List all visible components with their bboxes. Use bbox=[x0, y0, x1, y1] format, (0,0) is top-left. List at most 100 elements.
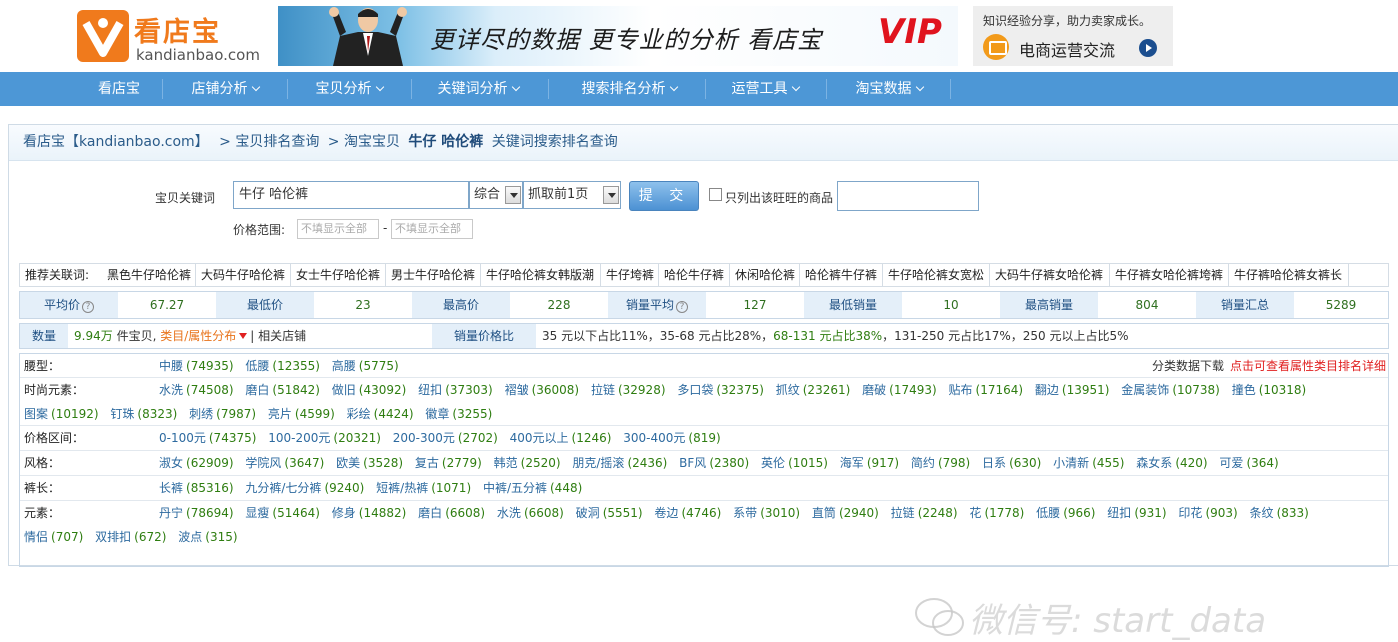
wangwang-input[interactable] bbox=[837, 181, 979, 211]
attribute-value-link[interactable]: 金属装饰 (10738) bbox=[1121, 383, 1220, 397]
related-keyword[interactable]: 牛仔裤女哈伦裤垮裤 bbox=[1110, 264, 1229, 286]
nav-item-item-analysis[interactable]: 宝贝分析 bbox=[292, 72, 406, 106]
attribute-value-link[interactable]: 淑女 (62909) bbox=[159, 456, 234, 470]
related-keyword[interactable]: 大码牛仔哈伦裤 bbox=[196, 264, 291, 286]
attribute-value-link[interactable]: 水洗 (74508) bbox=[159, 383, 234, 397]
category-download-label[interactable]: 分类数据下载 bbox=[1152, 359, 1224, 373]
attribute-value-link[interactable]: 中裤/五分裤 (448) bbox=[483, 481, 582, 495]
attribute-value-link[interactable]: 300-400元 (819) bbox=[623, 431, 720, 445]
related-keyword[interactable]: 牛仔裤哈伦裤女裤长 bbox=[1229, 264, 1349, 286]
price-max-input[interactable]: 不填显示全部 bbox=[391, 219, 473, 239]
attribute-value-link[interactable]: 水洗 (6608) bbox=[497, 506, 564, 520]
nav-item-ops-tools[interactable]: 运营工具 bbox=[710, 72, 820, 106]
breadcrumb-rank-query[interactable]: > 宝贝排名查询 bbox=[219, 134, 319, 150]
attribute-value-link[interactable]: 长裤 (85316) bbox=[159, 481, 234, 495]
nav-item-taobao-data[interactable]: 淘宝数据 bbox=[832, 72, 946, 106]
attribute-value-link[interactable]: 低腰 (12355) bbox=[245, 359, 320, 373]
breadcrumb-site[interactable]: 看店宝【kandianbao.com】 bbox=[23, 134, 209, 150]
attribute-value-link[interactable]: 学院风 (3647) bbox=[245, 456, 324, 470]
attribute-value-link[interactable]: 简约 (798) bbox=[911, 456, 970, 470]
related-keyword[interactable]: 大码牛仔裤女哈伦裤 bbox=[990, 264, 1110, 286]
nav-item-keyword-analysis[interactable]: 关键词分析 bbox=[416, 72, 540, 106]
category-distribution-link[interactable]: 类目/属性分布 bbox=[160, 329, 236, 343]
attribute-value-link[interactable]: 多口袋 (32375) bbox=[677, 383, 764, 397]
attribute-value-link[interactable]: 双排扣 (672) bbox=[95, 530, 166, 544]
attribute-value-link[interactable]: 图案 (10192) bbox=[24, 407, 99, 421]
related-keyword[interactable]: 牛仔哈伦裤女宽松 bbox=[883, 264, 990, 286]
attribute-value-link[interactable]: BF风 (2380) bbox=[679, 456, 749, 470]
submit-button[interactable]: 提 交 bbox=[629, 181, 699, 211]
site-logo[interactable]: 看店宝 kandianbao.com bbox=[76, 8, 276, 64]
vip-banner[interactable]: 更详尽的数据 更专业的分析 看店宝 VIP bbox=[278, 6, 958, 66]
attribute-value-link[interactable]: 日系 (630) bbox=[982, 456, 1041, 470]
attribute-value-link[interactable]: 钉珠 (8323) bbox=[110, 407, 177, 421]
attribute-value-link[interactable]: 显瘦 (51464) bbox=[245, 506, 320, 520]
attribute-value-link[interactable]: 丹宁 (78694) bbox=[159, 506, 234, 520]
attribute-value-link[interactable]: 彩绘 (4424) bbox=[347, 407, 414, 421]
attribute-value-link[interactable]: 亮片 (4599) bbox=[268, 407, 335, 421]
price-min-input[interactable]: 不填显示全部 bbox=[297, 219, 379, 239]
attribute-value-link[interactable]: 撞色 (10318) bbox=[1232, 383, 1307, 397]
attribute-value-link[interactable]: 直筒 (2940) bbox=[812, 506, 879, 520]
attribute-value-link[interactable]: 系带 (3010) bbox=[733, 506, 800, 520]
attribute-value-link[interactable]: 做旧 (43092) bbox=[332, 383, 407, 397]
attribute-value-link[interactable]: 修身 (14882) bbox=[332, 506, 407, 520]
attribute-value-link[interactable]: 朋克/摇滚 (2436) bbox=[572, 456, 667, 470]
attribute-value-link[interactable]: 徽章 (3255) bbox=[425, 407, 492, 421]
attribute-value-link[interactable]: 200-300元 (2702) bbox=[393, 431, 498, 445]
attribute-value-link[interactable]: 情侣 (707) bbox=[24, 530, 83, 544]
nav-item-home[interactable]: 看店宝 bbox=[80, 72, 158, 106]
attribute-value-link[interactable]: 印花 (903) bbox=[1178, 506, 1237, 520]
breadcrumb-taobao[interactable]: > 淘宝宝贝 bbox=[328, 134, 400, 150]
caret-down-icon[interactable] bbox=[239, 333, 248, 339]
promo-box[interactable]: 知识经验分享，助力卖家成长。 电商运营交流 bbox=[973, 6, 1173, 66]
only-wangwang-checkbox[interactable] bbox=[709, 188, 722, 201]
attribute-value-link[interactable]: 高腰 (5775) bbox=[332, 359, 399, 373]
attribute-value-link[interactable]: 贴布 (17164) bbox=[949, 383, 1024, 397]
attribute-value-link[interactable]: 抓纹 (23261) bbox=[776, 383, 851, 397]
sort-select[interactable]: 综合 bbox=[469, 181, 523, 209]
related-keyword[interactable]: 哈伦牛仔裤 bbox=[659, 264, 730, 286]
related-keyword[interactable]: 黑色牛仔哈伦裤 bbox=[102, 264, 196, 286]
attribute-value-link[interactable]: 复古 (2779) bbox=[415, 456, 482, 470]
attribute-value-link[interactable]: 波点 (315) bbox=[178, 530, 237, 544]
attribute-value-link[interactable]: 花 (1778) bbox=[969, 506, 1024, 520]
attribute-value-link[interactable]: 磨白 (51842) bbox=[245, 383, 320, 397]
attribute-value-link[interactable]: 九分裤/七分裤 (9240) bbox=[245, 481, 364, 495]
attribute-value-link[interactable]: 拉链 (32928) bbox=[591, 383, 666, 397]
attribute-value-link[interactable]: 可爱 (364) bbox=[1219, 456, 1278, 470]
attribute-value-link[interactable]: 低腰 (966) bbox=[1036, 506, 1095, 520]
related-keyword[interactable]: 男士牛仔哈伦裤 bbox=[386, 264, 481, 286]
related-keyword[interactable]: 牛仔垮裤 bbox=[601, 264, 659, 286]
pages-select[interactable]: 抓取前1页 bbox=[523, 181, 621, 209]
nav-item-search-rank[interactable]: 搜索排名分析 bbox=[554, 72, 704, 106]
attribute-value-link[interactable]: 破洞 (5551) bbox=[576, 506, 643, 520]
related-keyword[interactable]: 休闲哈伦裤 bbox=[730, 264, 800, 286]
attribute-value-link[interactable]: 磨白 (6608) bbox=[418, 506, 485, 520]
related-keyword[interactable]: 哈伦裤牛仔裤 bbox=[800, 264, 883, 286]
attribute-value-link[interactable]: 拉链 (2248) bbox=[891, 506, 958, 520]
attribute-value-link[interactable]: 森女系 (420) bbox=[1136, 456, 1207, 470]
attribute-value-link[interactable]: 磨破 (17493) bbox=[862, 383, 937, 397]
attribute-value-link[interactable]: 纽扣 (37303) bbox=[418, 383, 493, 397]
attribute-value-link[interactable]: 刺绣 (7987) bbox=[189, 407, 256, 421]
attribute-value-link[interactable]: 400元以上 (1246) bbox=[510, 431, 612, 445]
attribute-value-link[interactable]: 中腰 (74935) bbox=[159, 359, 234, 373]
related-shops-link[interactable]: | 相关店铺 bbox=[250, 329, 306, 343]
keyword-input[interactable]: 牛仔 哈伦裤 bbox=[233, 181, 469, 209]
attribute-value-link[interactable]: 翻边 (13951) bbox=[1035, 383, 1110, 397]
attribute-value-link[interactable]: 卷边 (4746) bbox=[654, 506, 721, 520]
attribute-value-link[interactable]: 纽扣 (931) bbox=[1107, 506, 1166, 520]
attribute-value-link[interactable]: 0-100元 (74375) bbox=[159, 431, 256, 445]
attribute-value-link[interactable]: 褶皱 (36008) bbox=[505, 383, 580, 397]
help-icon[interactable]: ? bbox=[82, 301, 94, 313]
category-detail-link[interactable]: 点击可查看属性类目排名详细 bbox=[1230, 359, 1386, 373]
nav-item-shop-analysis[interactable]: 店铺分析 bbox=[168, 72, 282, 106]
related-keyword[interactable]: 女士牛仔哈伦裤 bbox=[291, 264, 386, 286]
attribute-value-link[interactable]: 短裤/热裤 (1071) bbox=[376, 481, 471, 495]
related-keyword[interactable]: 牛仔哈伦裤女韩版潮 bbox=[481, 264, 601, 286]
attribute-value-link[interactable]: 100-200元 (20321) bbox=[268, 431, 381, 445]
attribute-value-link[interactable]: 英伦 (1015) bbox=[761, 456, 828, 470]
attribute-value-link[interactable]: 海军 (917) bbox=[840, 456, 899, 470]
attribute-value-link[interactable]: 欧美 (3528) bbox=[336, 456, 403, 470]
